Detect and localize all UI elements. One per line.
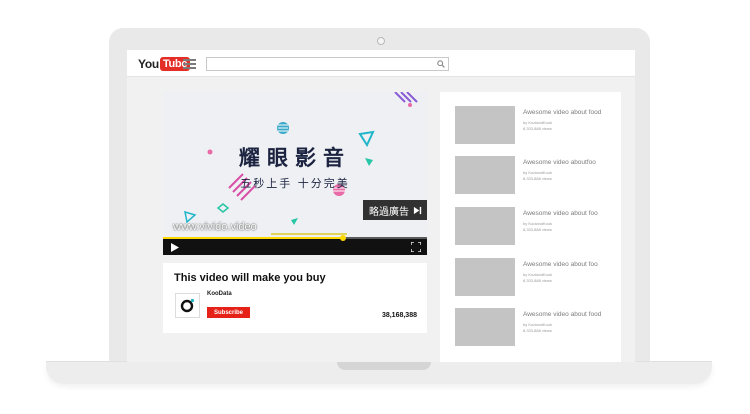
related-item[interactable]: Awesome video about foo by KoolandKook 8… [455, 258, 621, 296]
ad-title: 耀眼影音 [239, 146, 351, 170]
related-thumbnail[interactable] [455, 207, 515, 245]
related-views: 8,333,888 views [523, 278, 552, 283]
related-thumbnail[interactable] [455, 308, 515, 346]
skip-ad-label: 略過廣告 [369, 206, 409, 218]
channel-avatar[interactable] [175, 293, 200, 318]
progress-bar[interactable] [163, 235, 427, 241]
subscribe-button[interactable]: Subscribe [207, 307, 250, 318]
skip-next-icon [413, 206, 422, 214]
progress-handle[interactable] [339, 235, 346, 241]
related-title[interactable]: Awesome video about food [523, 109, 601, 116]
video-info: This video will make you buy KooData Sub… [163, 263, 427, 333]
browser-screen: You Tube 耀眼影音 五秒上手 十分完美 www.vivido.video… [127, 50, 635, 362]
laptop-mockup: You Tube 耀眼影音 五秒上手 十分完美 www.vivido.video… [0, 0, 750, 414]
related-thumbnail[interactable] [455, 106, 515, 144]
related-item[interactable]: Awesome video about food by KoolandKook … [455, 106, 621, 144]
related-item[interactable]: Awesome video aboutfoo by KoolandKook 8,… [455, 156, 621, 194]
player-controls [163, 235, 427, 255]
ad-subtitle: 五秒上手 十分完美 [240, 177, 350, 190]
related-channel: by KoolandKook [523, 221, 553, 226]
related-thumbnail[interactable] [455, 258, 515, 296]
related-item[interactable]: Awesome video about foo by KoolandKook 8… [455, 207, 621, 245]
watermark-url: www.vivido.video [173, 221, 257, 233]
play-icon[interactable] [171, 243, 179, 252]
laptop-notch [337, 362, 431, 370]
related-videos: Awesome video about food by KoolandKook … [440, 92, 621, 362]
channel-logo-icon [180, 298, 195, 313]
skip-ad-button[interactable]: 略過廣告 [363, 200, 427, 220]
fullscreen-icon[interactable] [411, 242, 421, 252]
related-thumbnail[interactable] [455, 156, 515, 194]
related-channel: by KoolandKook [523, 272, 553, 277]
channel-name[interactable]: KooData [207, 291, 232, 297]
related-item[interactable]: Awesome video about food by KoolandKook … [455, 308, 621, 346]
view-count: 38,168,388 [381, 312, 417, 319]
related-views: 8,333,888 views [523, 176, 552, 181]
related-channel: by KoolandKook [523, 322, 553, 327]
video-title: This video will make you buy [174, 272, 326, 284]
search-input[interactable] [206, 57, 449, 71]
webcam-icon [377, 37, 385, 45]
related-channel: by KoolandKook [523, 120, 553, 125]
video-player[interactable]: 耀眼影音 五秒上手 十分完美 www.vivido.video 略過廣告 [163, 92, 427, 255]
related-title[interactable]: Awesome video about food [523, 311, 601, 318]
related-title[interactable]: Awesome video about foo [523, 210, 598, 217]
related-channel: by KoolandKook [523, 170, 553, 175]
related-title[interactable]: Awesome video aboutfoo [523, 159, 596, 166]
top-bar: You Tube [127, 50, 635, 77]
related-views: 8,333,888 views [523, 126, 552, 131]
search-icon[interactable] [437, 60, 445, 68]
related-views: 8,333,888 views [523, 227, 552, 232]
related-title[interactable]: Awesome video about foo [523, 261, 598, 268]
progress-fill [163, 237, 343, 239]
logo-you: You [138, 56, 159, 71]
related-views: 8,333,888 views [523, 328, 552, 333]
menu-icon[interactable] [183, 59, 196, 69]
